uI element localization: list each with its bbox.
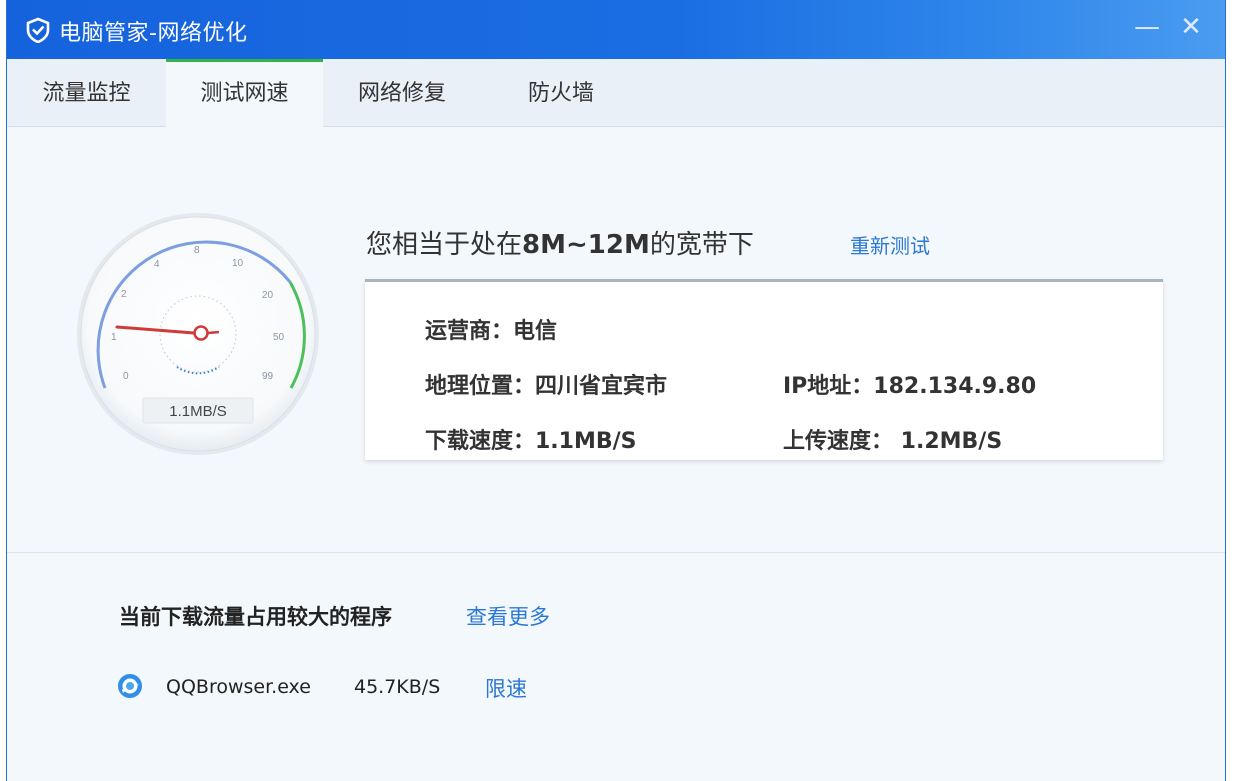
program-speed: 45.7KB/S xyxy=(354,676,441,698)
top-programs-title: 当前下载流量占用较大的程序 xyxy=(119,605,392,629)
program-name: QQBrowser.exe xyxy=(166,676,311,698)
speed-result-headline: 您相当于处在8M~12M的宽带下 xyxy=(366,224,754,261)
minimize-button[interactable]: — xyxy=(1131,12,1163,42)
gauge-tick-99: 99 xyxy=(262,371,274,382)
ip-info: IP地址：182.134.9.80 xyxy=(783,374,1037,399)
tab-network-repair[interactable]: 网络修复 xyxy=(323,59,481,127)
section-divider xyxy=(7,552,1225,553)
headline-suffix: 的宽带下 xyxy=(649,230,754,260)
headline-prefix: 您相当于处在 xyxy=(366,230,523,260)
qqbrowser-icon xyxy=(118,674,142,698)
gauge-tick-10: 10 xyxy=(232,258,244,269)
gauge-tick-2: 2 xyxy=(121,289,127,300)
tab-bar: 流量监控 测试网速 网络修复 防火墙 xyxy=(7,59,1225,128)
gauge-readout: 1.1MB/S xyxy=(169,403,227,420)
gauge-tick-4: 4 xyxy=(154,259,160,270)
limit-speed-link[interactable]: 限速 xyxy=(485,673,527,703)
gauge-tick-50: 50 xyxy=(273,332,285,343)
location-info: 地理位置：四川省宜宾市 xyxy=(425,374,668,399)
speed-info-panel: 运营商：电信 地理位置：四川省宜宾市 IP地址：182.134.9.80 下载速… xyxy=(365,279,1163,460)
shield-check-icon xyxy=(26,17,50,43)
isp-info: 运营商：电信 xyxy=(425,319,558,344)
tab-traffic-monitor[interactable]: 流量监控 xyxy=(7,59,166,127)
app-window: 电脑管家-网络优化 — ✕ 流量监控 测试网速 网络修复 防火墙 0 1 2 4… xyxy=(6,0,1226,781)
gauge-tick-20: 20 xyxy=(262,290,274,301)
tab-firewall[interactable]: 防火墙 xyxy=(481,59,641,127)
title-bar[interactable]: 电脑管家-网络优化 — ✕ xyxy=(7,0,1225,59)
retest-link[interactable]: 重新测试 xyxy=(850,230,930,259)
view-more-link[interactable]: 查看更多 xyxy=(466,601,550,631)
gauge-tick-8: 8 xyxy=(194,245,200,256)
upload-speed-info: 上传速度： 1.2MB/S xyxy=(783,429,1003,454)
window-title: 电脑管家-网络优化 xyxy=(59,21,248,46)
gauge-tick-0: 0 xyxy=(123,371,129,382)
tab-speed-test[interactable]: 测试网速 xyxy=(166,59,323,128)
speed-gauge: 0 1 2 4 8 10 20 50 99 1.1MB/S xyxy=(77,213,319,455)
gauge-tick-1: 1 xyxy=(111,332,117,343)
download-speed-info: 下载速度：1.1MB/S xyxy=(425,429,637,454)
close-button[interactable]: ✕ xyxy=(1175,12,1207,42)
headline-bandwidth: 8M~12M xyxy=(522,230,650,260)
